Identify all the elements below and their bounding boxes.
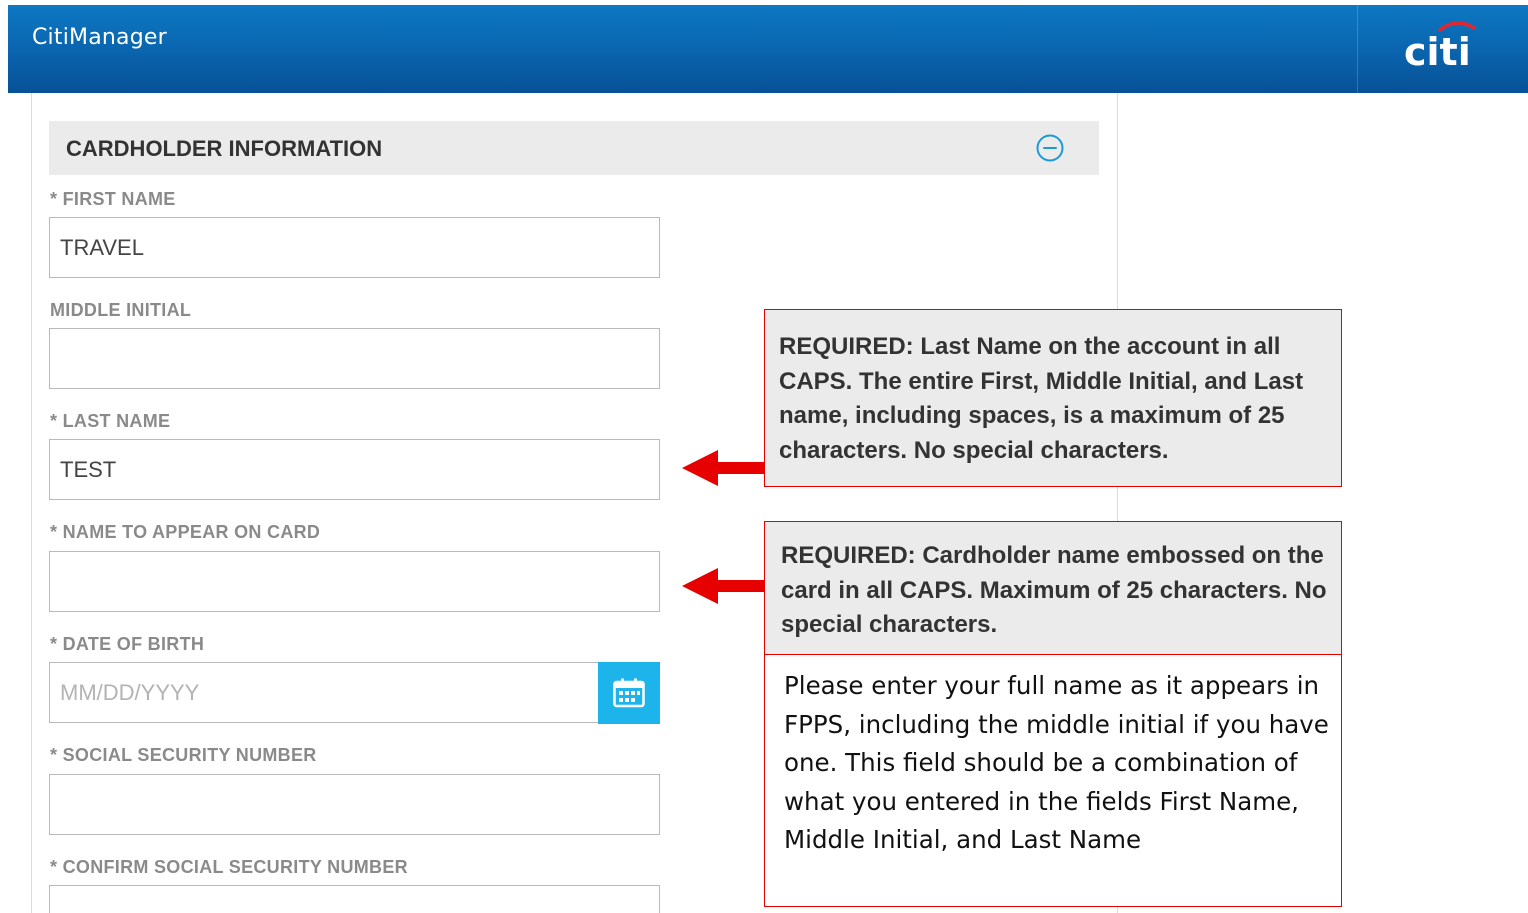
arrow-left-icon bbox=[682, 450, 766, 486]
confirm-ssn-label: * CONFIRM SOCIAL SECURITY NUMBER bbox=[50, 857, 408, 877]
content-border-left bbox=[31, 93, 32, 913]
citi-logo: citi bbox=[1404, 21, 1476, 74]
middle-initial-input[interactable] bbox=[49, 328, 660, 389]
app-header: CitiManager citi bbox=[8, 5, 1528, 93]
first-name-input[interactable] bbox=[49, 217, 660, 278]
first-name-label: * FIRST NAME bbox=[50, 189, 176, 209]
ssn-input[interactable] bbox=[49, 774, 660, 835]
app-title: CitiManager bbox=[32, 25, 167, 50]
last-name-annotation: REQUIRED: Last Name on the account in al… bbox=[764, 309, 1342, 487]
name-on-card-label: * NAME TO APPEAR ON CARD bbox=[50, 522, 321, 542]
cardholder-information-section-header: CARDHOLDER INFORMATION bbox=[49, 121, 1099, 175]
last-name-label: * LAST NAME bbox=[50, 411, 171, 431]
minus-circle-icon[interactable] bbox=[1035, 133, 1065, 163]
name-on-card-annotation: REQUIRED: Cardholder name embossed on th… bbox=[764, 521, 1342, 655]
arrow-left-icon bbox=[682, 568, 766, 604]
logo-text: citi bbox=[1404, 30, 1471, 74]
last-name-input[interactable] bbox=[49, 439, 660, 500]
middle-initial-label: MIDDLE INITIAL bbox=[50, 300, 192, 320]
date-of-birth-label: * DATE OF BIRTH bbox=[50, 634, 205, 654]
header-divider bbox=[1357, 5, 1358, 93]
confirm-ssn-input[interactable] bbox=[49, 885, 660, 913]
date-of-birth-input[interactable] bbox=[49, 662, 599, 723]
name-on-card-input[interactable] bbox=[49, 551, 660, 612]
calendar-button[interactable] bbox=[598, 662, 660, 724]
calendar-icon bbox=[613, 678, 645, 708]
page: CitiManager citi CARDHOLDER INFORMATION … bbox=[0, 0, 1528, 913]
full-name-annotation: Please enter your full name as it appear… bbox=[764, 654, 1342, 907]
section-title: CARDHOLDER INFORMATION bbox=[66, 136, 383, 161]
ssn-label: * SOCIAL SECURITY NUMBER bbox=[50, 745, 317, 765]
